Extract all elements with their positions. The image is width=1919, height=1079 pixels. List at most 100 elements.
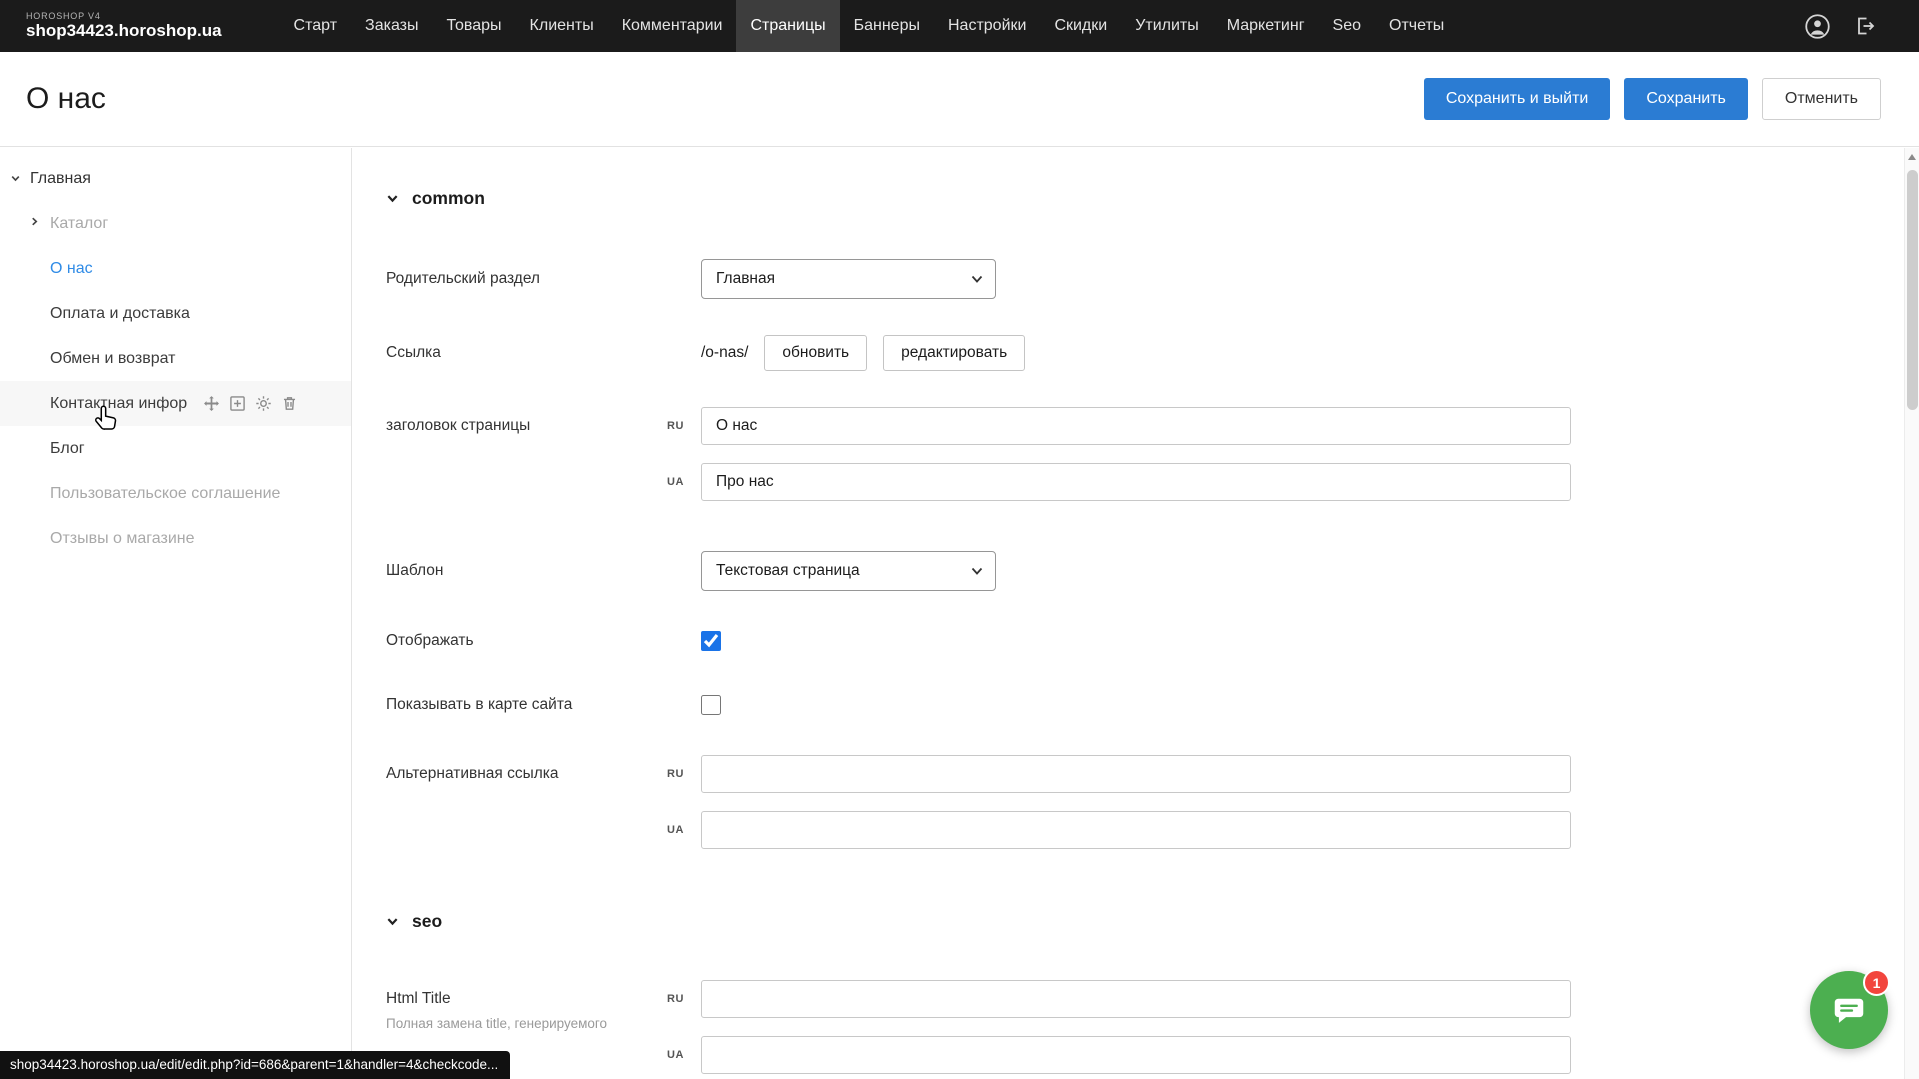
alt-link-label: Альтернативная ссылка <box>386 755 701 783</box>
nav-item-utilities[interactable]: Утилиты <box>1121 0 1213 52</box>
template-label: Шаблон <box>386 562 701 580</box>
sitemap-label: Показывать в карте сайта <box>386 696 701 714</box>
lang-ru-badge: RU <box>667 420 684 432</box>
sidebar-item-store-reviews[interactable]: Отзывы о магазине <box>0 516 351 561</box>
scroll-up-arrow[interactable] <box>1908 154 1916 160</box>
sidebar-item-user-agreement[interactable]: Пользовательское соглашение <box>0 471 351 516</box>
page-header: О нас Сохранить и выйти Сохранить Отмени… <box>0 52 1919 147</box>
nav-item-pages[interactable]: Страницы <box>736 0 839 52</box>
display-label: Отображать <box>386 632 701 650</box>
nav-item-clients[interactable]: Клиенты <box>516 0 608 52</box>
status-url-tooltip: shop34423.horoshop.ua/edit/edit.php?id=6… <box>0 1051 510 1079</box>
alt-link-input-ua[interactable] <box>701 811 1571 849</box>
page-title-input-ua[interactable] <box>701 463 1571 501</box>
brand-domain: shop34423.horoshop.ua <box>26 22 222 41</box>
nav-item-discounts[interactable]: Скидки <box>1040 0 1121 52</box>
sidebar-item-label: Контактная инфор <box>50 395 187 413</box>
sitemap-row: Показывать в карте сайта <box>386 695 1904 715</box>
sidebar-item-label: Оплата и доставка <box>50 305 190 323</box>
sitemap-checkbox[interactable] <box>701 695 721 715</box>
chevron-right-icon <box>29 216 40 227</box>
item-tools <box>203 395 298 412</box>
alt-link-row: Альтернативная ссылка RU UA <box>386 755 1904 849</box>
html-title-label-block: Html Title Полная замена title, генериру… <box>386 980 701 1031</box>
nav-item-orders[interactable]: Заказы <box>351 0 432 52</box>
sidebar-item-label: Блог <box>50 440 85 458</box>
chat-launcher-button[interactable]: 1 <box>1810 971 1888 1049</box>
link-row: Ссылка /o-nas/ обновить редактировать <box>386 335 1904 371</box>
sidebar-item-label: Каталог <box>50 215 108 233</box>
logout-icon[interactable] <box>1851 12 1879 40</box>
page-title-row: заголовок страницы RU UA <box>386 407 1904 501</box>
page-edit-form: common Родительский раздел Главная Ссылк… <box>353 148 1904 1079</box>
cancel-button[interactable]: Отменить <box>1762 78 1881 120</box>
link-edit-button[interactable]: редактировать <box>883 335 1025 371</box>
nav-item-comments[interactable]: Комментарии <box>608 0 737 52</box>
account-icon[interactable] <box>1803 12 1831 40</box>
lang-ru-badge: RU <box>667 993 684 1005</box>
sidebar-item-exchange-return[interactable]: Обмен и возврат <box>0 336 351 381</box>
display-checkbox[interactable] <box>701 631 721 651</box>
sidebar-item-catalog[interactable]: Каталог <box>0 201 351 246</box>
topbar: HOROSHOP V4 shop34423.horoshop.ua Старт … <box>0 0 1919 52</box>
section-common-label: common <box>412 188 485 209</box>
sidebar-item-payment-delivery[interactable]: Оплата и доставка <box>0 291 351 336</box>
html-title-hint: Полная замена title, генерируемого <box>386 1016 676 1031</box>
sidebar-item-blog[interactable]: Блог <box>0 426 351 471</box>
brand-logo[interactable]: HOROSHOP V4 shop34423.horoshop.ua <box>26 12 222 41</box>
nav-item-settings[interactable]: Настройки <box>934 0 1040 52</box>
sidebar-item-label: Отзывы о магазине <box>50 530 195 548</box>
link-refresh-button[interactable]: обновить <box>764 335 867 371</box>
nav-item-products[interactable]: Товары <box>433 0 516 52</box>
html-title-input-ua[interactable] <box>701 1036 1571 1074</box>
template-row: Шаблон Текстовая страница <box>386 551 1904 591</box>
chevron-down-icon <box>386 915 399 928</box>
section-seo-toggle[interactable]: seo <box>386 911 1904 932</box>
display-row: Отображать <box>386 631 1904 651</box>
save-button[interactable]: Сохранить <box>1624 78 1748 120</box>
chevron-down-icon <box>971 567 983 576</box>
section-seo-label: seo <box>412 911 442 932</box>
nav-item-reports[interactable]: Отчеты <box>1375 0 1458 52</box>
sidebar-item-contact-info[interactable]: Контактная инфор <box>0 381 351 426</box>
alt-link-input-ru[interactable] <box>701 755 1571 793</box>
nav-item-banners[interactable]: Баннеры <box>840 0 934 52</box>
lang-ua-badge: UA <box>667 476 684 488</box>
chat-bubble-icon <box>1830 991 1868 1029</box>
sidebar-item-home[interactable]: Главная <box>0 156 351 201</box>
link-path-value: /o-nas/ <box>701 344 748 362</box>
delete-trash-icon[interactable] <box>281 395 298 412</box>
template-select[interactable]: Текстовая страница <box>701 551 996 591</box>
nav-item-seo[interactable]: Seo <box>1319 0 1375 52</box>
scrollbar-thumb[interactable] <box>1907 170 1918 410</box>
chevron-down-icon <box>971 275 983 284</box>
parent-section-label: Родительский раздел <box>386 270 701 288</box>
lang-ua-badge: UA <box>667 1049 684 1061</box>
sidebar-item-label: Главная <box>30 170 91 188</box>
save-exit-button[interactable]: Сохранить и выйти <box>1424 78 1611 120</box>
page-title: О нас <box>26 82 1424 116</box>
chevron-down-icon <box>10 173 21 184</box>
html-title-input-ru[interactable] <box>701 980 1571 1018</box>
parent-section-row: Родительский раздел Главная <box>386 259 1904 299</box>
section-common-toggle[interactable]: common <box>386 188 1904 209</box>
chevron-down-icon <box>386 192 399 205</box>
html-title-label: Html Title <box>386 990 701 1008</box>
parent-section-select[interactable]: Главная <box>701 259 996 299</box>
settings-gear-icon[interactable] <box>255 395 272 412</box>
sidebar-item-label: Обмен и возврат <box>50 350 175 368</box>
nav-item-marketing[interactable]: Маркетинг <box>1213 0 1319 52</box>
page-title-input-ru[interactable] <box>701 407 1571 445</box>
lang-ru-badge: RU <box>667 768 684 780</box>
page-title-label: заголовок страницы <box>386 407 701 435</box>
nav-item-start[interactable]: Старт <box>280 0 351 52</box>
pages-tree-sidebar: Главная Каталог О нас Оплата и доставка … <box>0 148 352 1079</box>
parent-section-value: Главная <box>716 270 775 288</box>
top-navigation: Старт Заказы Товары Клиенты Комментарии … <box>280 0 1803 52</box>
link-label: Ссылка <box>386 344 701 362</box>
add-page-icon[interactable] <box>229 395 246 412</box>
drag-move-icon[interactable] <box>203 395 220 412</box>
vertical-scrollbar[interactable] <box>1904 148 1919 1079</box>
sidebar-item-about[interactable]: О нас <box>0 246 351 291</box>
sidebar-item-label: Пользовательское соглашение <box>50 485 280 503</box>
